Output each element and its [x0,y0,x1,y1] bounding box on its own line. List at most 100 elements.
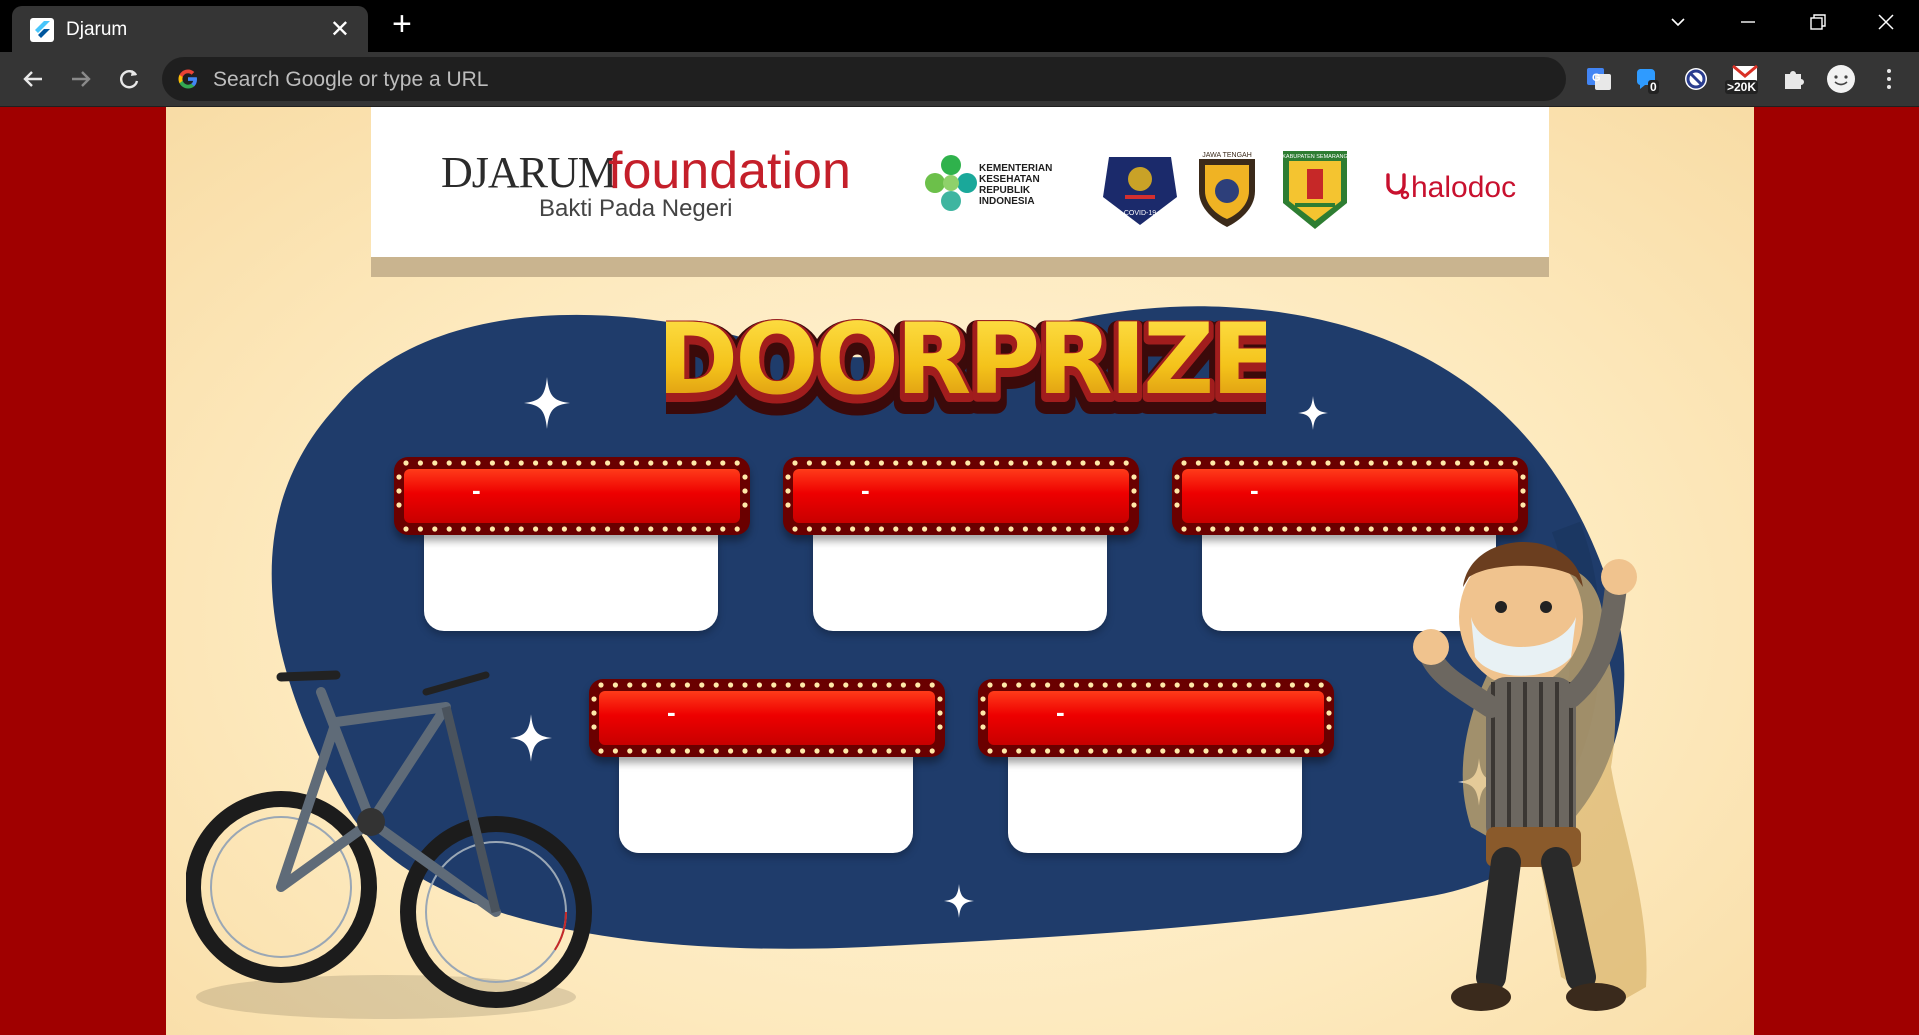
marquee-bulb [1368,526,1374,532]
marquee-bulb [1326,710,1332,716]
restore-icon[interactable] [1793,6,1841,40]
marquee-bulb [461,460,467,466]
marquee-bulb [1174,682,1180,688]
address-bar[interactable]: Search Google or type a URL [162,57,1566,101]
marquee-bulb [878,460,884,466]
marquee-bulb [1123,526,1129,532]
marquee-bulb [857,682,863,688]
browser-tab[interactable]: Djarum ✕ [12,6,368,52]
marquee-bulb [1131,682,1137,688]
marquee-bulb [907,526,913,532]
header-ribbon [371,257,1549,277]
marquee-bulb [1426,460,1432,466]
profile-avatar-icon[interactable] [1824,64,1858,94]
kemenkes-logo-icon [925,155,977,211]
reload-icon[interactable] [114,64,144,94]
forward-icon[interactable] [66,64,96,94]
back-icon[interactable] [18,64,48,94]
doorprize-title-text: DOORPRIZE [666,303,1266,417]
marquee-bulb [872,682,878,688]
blocker-extension-icon[interactable] [1681,64,1711,94]
marquee-bulb [633,460,639,466]
tab-title: Djarum [66,19,128,40]
prize-marquee: - [783,457,1139,535]
marquee-bulb [1311,526,1317,532]
tab-search-icon[interactable] [1654,6,1702,40]
marquee-bulb [937,724,943,730]
marquee-bulb [1261,748,1267,754]
marquee-bulb [886,748,892,754]
minimize-icon[interactable] [1724,6,1772,40]
marquee-bulb [489,526,495,532]
web-viewport: DJARUM foundation Bakti Pada Negeri KEME… [0,107,1919,1035]
marquee-bulb [691,460,697,466]
marquee-bulb [1397,526,1403,532]
google-translate-icon[interactable]: G [1584,64,1614,94]
notification-extension-icon[interactable]: 0 [1632,64,1662,94]
close-window-icon[interactable] [1862,6,1910,40]
marquee-bulb [648,526,654,532]
marquee-bulb [713,748,719,754]
marquee-bulb [461,526,467,532]
address-placeholder: Search Google or type a URL [213,68,489,91]
sparkle-icon [524,377,570,429]
jawa-tengah-logo-icon: JAWA TENGAH [1199,152,1255,227]
marquee-bulb [987,748,993,754]
puzzle-icon[interactable] [1779,64,1809,94]
jateng-label: JAWA TENGAH [1202,152,1252,159]
marquee-bulb [1181,526,1187,532]
kabupaten-label: KABUPATEN SEMARANG [1282,154,1348,160]
prize-slot[interactable]: - [394,457,750,637]
kabupaten-semarang-crest-icon: KABUPATEN SEMARANG [1282,151,1348,229]
foundation-logo-text: foundation [608,142,851,200]
marquee-bulb [1094,460,1100,466]
halodoc-stethoscope-icon [1386,173,1410,200]
marquee-bulb [886,682,892,688]
marquee-bulb [656,682,662,688]
marquee-bulb [980,724,986,730]
marquee-bulb [1131,474,1137,480]
marquee-bulb [533,460,539,466]
marquee-bulb [814,682,820,688]
google-g-icon [176,67,200,91]
marquee-bulb [950,526,956,532]
marquee-bulb [937,710,943,716]
marquee-bulb [641,682,647,688]
marquee-bulb [756,748,762,754]
marquee-bulb [633,526,639,532]
close-tab-icon[interactable]: ✕ [330,15,350,44]
marquee-bulb [1296,526,1302,532]
marquee-bulb [1383,526,1389,532]
marquee-bulb [699,682,705,688]
gmail-checker-icon[interactable]: >20K [1725,64,1765,94]
marquee-bulb [417,526,423,532]
marquee-bulb [994,526,1000,532]
prize-slot[interactable]: - [783,457,1139,637]
marquee-bulb [662,526,668,532]
prize-slot[interactable]: - [978,679,1334,859]
marquee-bulb [1397,460,1403,466]
marquee-bulb [619,460,625,466]
kebab-menu-icon[interactable] [1874,64,1904,94]
marquee-bulb [396,474,402,480]
doorprize-canvas: DJARUM foundation Bakti Pada Negeri KEME… [166,107,1754,1035]
marquee-bulb [612,748,618,754]
marquee-bulb [800,748,806,754]
marquee-bulb [785,748,791,754]
marquee-bulb [1354,526,1360,532]
marquee-bulb-frame [599,691,935,745]
marquee-bulb [792,460,798,466]
marquee-bulb [1045,682,1051,688]
gmail-badge: >20K [1725,80,1759,94]
marquee-bulb [403,460,409,466]
marquee-bulb [627,682,633,688]
new-tab-button[interactable]: + [392,6,412,42]
marquee-bulb [1275,748,1281,754]
marquee-bulb [1304,682,1310,688]
marquee-bulb [929,748,935,754]
marquee-bulb [835,526,841,532]
prize-slot[interactable]: - [589,679,945,859]
marquee-bulb [605,526,611,532]
marquee-bulb [1109,460,1115,466]
marquee-bulb [1059,682,1065,688]
